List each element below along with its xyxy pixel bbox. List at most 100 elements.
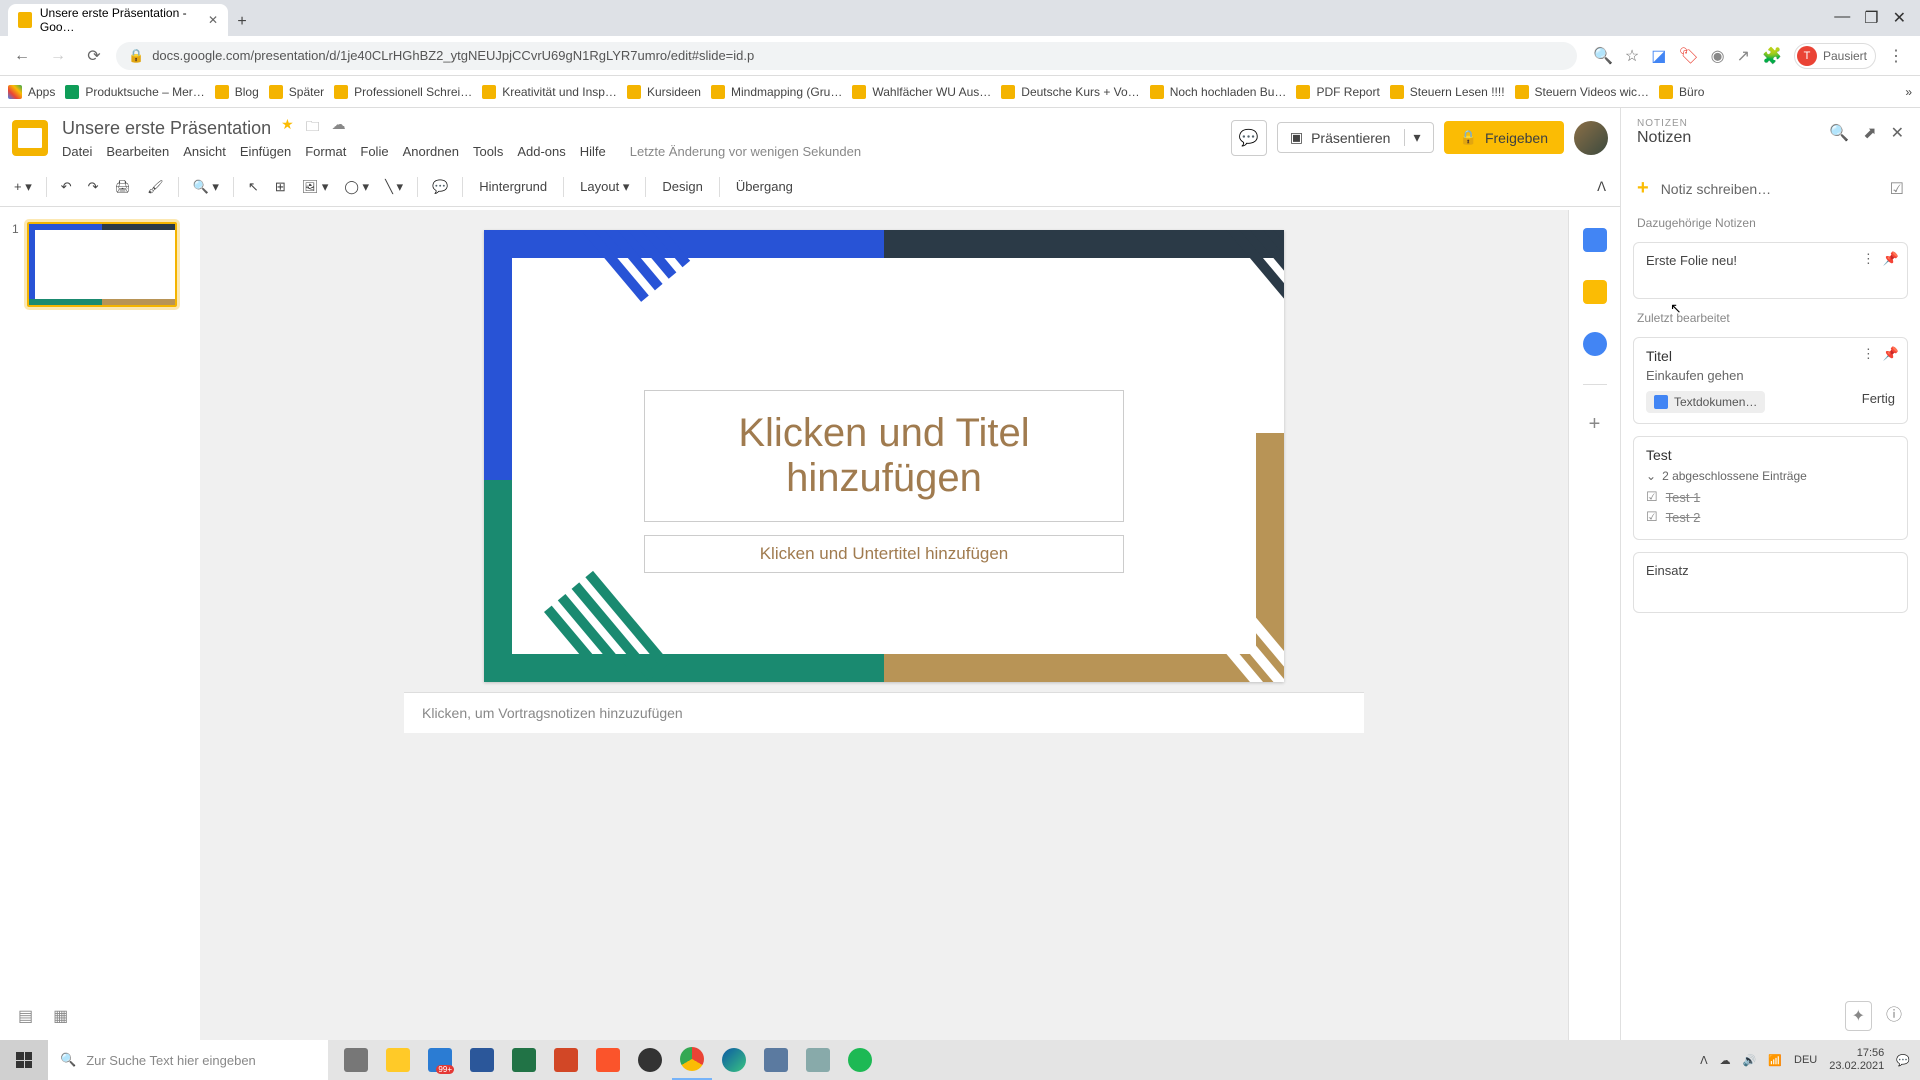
star-icon[interactable]: ☆ — [1625, 46, 1639, 66]
menu-datei[interactable]: Datei — [62, 144, 92, 159]
language-indicator[interactable]: DEU — [1794, 1054, 1817, 1066]
maximize-icon[interactable]: ❐ — [1864, 8, 1878, 28]
edge-icon[interactable] — [714, 1040, 754, 1080]
notes-close-icon[interactable]: ✕ — [1891, 123, 1904, 143]
paint-format-button[interactable]: 🖌 — [141, 175, 170, 199]
note-doc-chip[interactable]: Textdokumen… — [1646, 391, 1765, 413]
mail-icon[interactable]: 99+ — [420, 1040, 460, 1080]
present-button[interactable]: ▣ Präsentieren ▾ — [1277, 122, 1434, 153]
bookmark-item[interactable]: PDF Report — [1296, 85, 1379, 99]
task-view-button[interactable] — [336, 1040, 376, 1080]
bookmark-item[interactable]: Deutsche Kurs + Vo… — [1001, 85, 1139, 99]
volume-icon[interactable]: 🔊 — [1743, 1054, 1757, 1067]
ext1-icon[interactable]: ◪ — [1651, 46, 1666, 66]
ext3-icon[interactable]: ◉ — [1711, 46, 1725, 66]
add-companion-icon[interactable]: + — [1589, 413, 1601, 436]
bookmark-item[interactable]: Später — [269, 85, 324, 99]
new-checklist-icon[interactable]: ☑ — [1890, 179, 1904, 199]
back-button[interactable]: ← — [8, 42, 36, 70]
note-card[interactable]: Test ⌄ 2 abgeschlossene Einträge ☑ Test … — [1633, 436, 1908, 540]
background-button[interactable]: Hintergrund — [471, 175, 555, 198]
zoom-icon[interactable]: 🔍 — [1593, 46, 1613, 66]
bookmark-item[interactable]: Professionell Schrei… — [334, 85, 472, 99]
design-button[interactable]: Design — [654, 175, 710, 198]
bookmarks-overflow-icon[interactable]: » — [1905, 85, 1912, 99]
explore-button[interactable]: ✦ — [1845, 1001, 1872, 1031]
checkbox-checked-icon[interactable]: ☑ — [1646, 509, 1658, 525]
filmstrip-view-icon[interactable]: ▤ — [18, 1006, 33, 1026]
redo-button[interactable]: ↷ — [82, 175, 105, 199]
star-document-icon[interactable]: ★ — [281, 116, 294, 140]
shape-button[interactable]: ◯ ▾ — [338, 175, 375, 199]
note-card[interactable]: ⋮ 📌 Titel Einkaufen gehen Textdokumen… F… — [1633, 337, 1908, 424]
menu-addons[interactable]: Add-ons — [517, 144, 565, 159]
slide-thumbnail[interactable] — [27, 222, 177, 307]
calendar-icon[interactable] — [1583, 228, 1607, 252]
account-avatar[interactable] — [1574, 121, 1608, 155]
collapse-toolbar-icon[interactable]: ᐱ — [1591, 175, 1612, 199]
checkbox-checked-icon[interactable]: ☑ — [1646, 489, 1658, 505]
spotify-icon[interactable] — [840, 1040, 880, 1080]
layout-button[interactable]: Layout ▾ — [572, 175, 637, 199]
chrome-icon[interactable] — [672, 1040, 712, 1080]
tasks-icon[interactable] — [1583, 332, 1607, 356]
bookmark-item[interactable]: Wahlfächer WU Aus… — [852, 85, 991, 99]
bookmark-item[interactable]: Mindmapping (Gru… — [711, 85, 842, 99]
line-button[interactable]: ╲ ▾ — [379, 175, 409, 199]
comments-button[interactable]: 💬 — [1231, 120, 1267, 156]
minimize-icon[interactable]: — — [1834, 8, 1850, 28]
app-icon[interactable] — [798, 1040, 838, 1080]
close-tab-icon[interactable]: ✕ — [208, 13, 218, 27]
bookmark-item[interactable]: Büro — [1659, 85, 1704, 99]
extensions-icon[interactable]: 🧩 — [1762, 46, 1782, 66]
slide-canvas[interactable]: Klicken und Titel hinzufügen Klicken und… — [484, 230, 1284, 682]
keep-icon[interactable] — [1583, 280, 1607, 304]
ext2-icon[interactable]: 🏷 — [1678, 46, 1698, 66]
note-done-button[interactable]: Fertig — [1862, 391, 1895, 406]
apps-bookmark[interactable]: Apps — [8, 85, 55, 99]
title-placeholder[interactable]: Klicken und Titel hinzufügen — [644, 390, 1124, 522]
powerpoint-icon[interactable] — [546, 1040, 586, 1080]
slide-thumbnail-row[interactable]: 1 — [12, 222, 188, 307]
obs-icon[interactable] — [630, 1040, 670, 1080]
tray-chevron-icon[interactable]: ᐱ — [1700, 1054, 1708, 1067]
select-tool-button[interactable]: ↖ — [242, 175, 265, 199]
image-button[interactable]: 🖼 ▾ — [296, 175, 335, 199]
file-explorer-icon[interactable] — [378, 1040, 418, 1080]
menu-bearbeiten[interactable]: Bearbeiten — [106, 144, 169, 159]
new-note-button[interactable]: + Notiz schreiben… ☑ — [1621, 167, 1920, 210]
bookmark-item[interactable]: Produktsuche – Mer… — [65, 85, 204, 99]
cloud-tray-icon[interactable]: ☁ — [1720, 1054, 1731, 1067]
pin-icon[interactable]: 📌 — [1883, 251, 1899, 267]
cloud-status-icon[interactable]: ☁ — [332, 116, 346, 140]
subtitle-placeholder[interactable]: Klicken und Untertitel hinzufügen — [644, 535, 1124, 573]
document-title[interactable]: Unsere erste Präsentation — [62, 118, 271, 139]
checklist-item[interactable]: ☑ Test 2 — [1646, 509, 1895, 525]
print-button[interactable]: 🖨 — [109, 175, 138, 199]
note-card[interactable]: Einsatz — [1633, 552, 1908, 613]
excel-icon[interactable] — [504, 1040, 544, 1080]
present-dropdown-icon[interactable]: ▾ — [1404, 129, 1420, 146]
forward-button[interactable]: → — [44, 42, 72, 70]
browser-tab[interactable]: Unsere erste Präsentation - Goo… ✕ — [8, 4, 228, 36]
zoom-button[interactable]: 🔍 ▾ — [187, 175, 225, 199]
bookmark-item[interactable]: Kursideen — [627, 85, 701, 99]
note-card[interactable]: ⋮ 📌 Erste Folie neu! — [1633, 242, 1908, 299]
taskbar-search-input[interactable]: 🔍 Zur Suche Text hier eingeben — [48, 1040, 328, 1080]
menu-anordnen[interactable]: Anordnen — [403, 144, 459, 159]
new-tab-button[interactable]: + — [228, 8, 256, 36]
menu-folie[interactable]: Folie — [360, 144, 388, 159]
bookmark-item[interactable]: Steuern Lesen !!!! — [1390, 85, 1505, 99]
ext4-icon[interactable]: ↗ — [1737, 46, 1750, 66]
checklist-item[interactable]: ☑ Test 1 — [1646, 489, 1895, 505]
bookmark-item[interactable]: Kreativität und Insp… — [482, 85, 617, 99]
notifications-icon[interactable]: 💬 — [1896, 1054, 1910, 1067]
pin-icon[interactable]: 📌 — [1883, 346, 1899, 362]
comment-tool-button[interactable]: 💬 — [426, 175, 454, 199]
bookmark-item[interactable]: Steuern Videos wic… — [1515, 85, 1650, 99]
reload-button[interactable]: ⟳ — [80, 42, 108, 70]
textbox-button[interactable]: ⊞ — [269, 175, 292, 199]
bookmark-item[interactable]: Noch hochladen Bu… — [1150, 85, 1287, 99]
browser-menu-icon[interactable]: ⋮ — [1888, 46, 1904, 66]
move-document-icon[interactable]: 🗀 — [306, 116, 320, 140]
